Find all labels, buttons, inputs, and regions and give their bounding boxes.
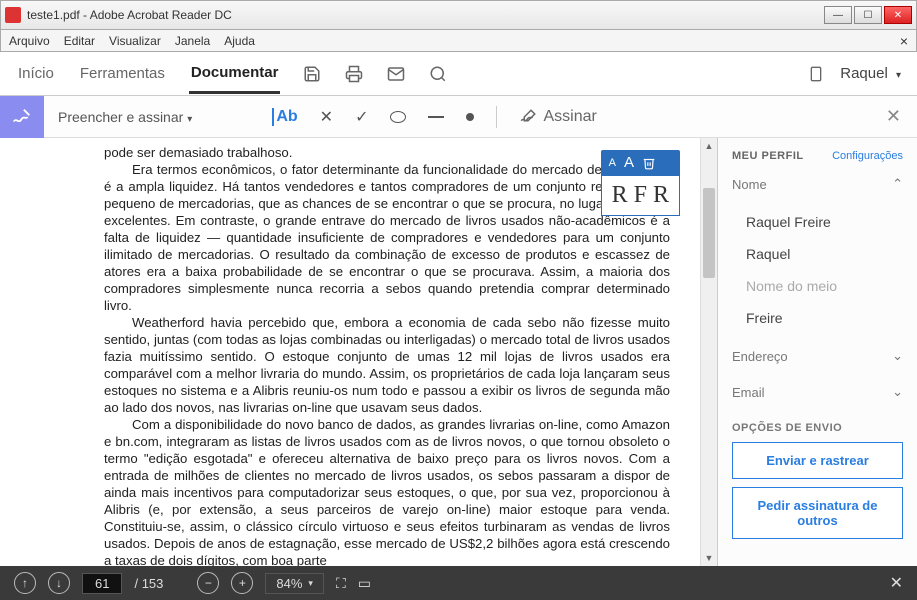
page-total: / 153: [134, 576, 163, 591]
main-area: pode ser demasiado trabalhoso. Era termo…: [0, 138, 917, 566]
profile-firstname[interactable]: Raquel: [742, 238, 903, 270]
fillsign-close-icon[interactable]: ✕: [886, 106, 901, 127]
zoom-in-button[interactable]: +: [231, 572, 253, 594]
close-button[interactable]: ✕: [884, 6, 912, 24]
scroll-up-icon[interactable]: ▲: [701, 138, 717, 154]
user-name: Raquel: [840, 65, 888, 82]
annotation-toolbar: A A: [601, 150, 680, 175]
menu-visualizar[interactable]: Visualizar: [109, 34, 161, 48]
endereco-label: Endereço: [732, 349, 788, 364]
profile-title: MEU PERFIL: [732, 150, 804, 162]
search-icon[interactable]: [428, 64, 448, 84]
window-titlebar: teste1.pdf - Adobe Acrobat Reader DC — ☐…: [0, 0, 917, 30]
fillsign-toolbar: Preencher e assinar ▾ Ab ✕ ✓ Assinar ✕: [0, 96, 917, 138]
email-expander[interactable]: Email ⌄: [732, 378, 903, 406]
maximize-button[interactable]: ☐: [854, 6, 882, 24]
document-viewport[interactable]: pode ser demasiado trabalhoso. Era termo…: [0, 138, 700, 566]
page-number-input[interactable]: 61: [82, 573, 122, 594]
menu-ajuda[interactable]: Ajuda: [224, 34, 255, 48]
page-up-button[interactable]: ↑: [14, 572, 36, 594]
profile-lastname[interactable]: Freire: [742, 302, 903, 334]
primary-toolbar: Início Ferramentas Documentar Raquel ▾: [0, 52, 917, 96]
config-link[interactable]: Configurações: [832, 150, 903, 162]
scrollbar-thumb[interactable]: [703, 188, 715, 278]
separator: [496, 106, 497, 128]
nome-list: Raquel Freire Raquel Nome do meio Freire: [732, 206, 903, 334]
email-label: Email: [732, 385, 765, 400]
nome-label: Nome: [732, 177, 767, 192]
text-size-large-icon[interactable]: A: [624, 154, 634, 171]
tab-ferramentas[interactable]: Ferramentas: [78, 55, 167, 92]
signature-icon: [519, 108, 537, 126]
paragraph: Com a disponibilidade do novo banco de d…: [104, 416, 670, 566]
delete-icon[interactable]: [642, 156, 656, 170]
print-icon[interactable]: [344, 64, 364, 84]
dot-tool-icon[interactable]: [466, 113, 474, 121]
fillsign-dropdown[interactable]: Preencher e assinar ▾: [58, 109, 192, 125]
line-tool-icon[interactable]: [428, 116, 444, 118]
status-bar: ↑ ↓ 61 / 153 − + 84% ▾ ⛶ ▭ ✕: [0, 566, 917, 600]
fit-page-icon[interactable]: ▭: [358, 575, 371, 592]
endereco-expander[interactable]: Endereço ⌄: [732, 342, 903, 370]
tab-documentar[interactable]: Documentar: [189, 54, 281, 94]
user-menu[interactable]: Raquel ▾: [840, 65, 901, 82]
side-panel: MEU PERFIL Configurações Nome ⌃ Raquel F…: [717, 138, 917, 566]
chevron-down-icon: ⌄: [892, 384, 903, 400]
enviar-rastrear-button[interactable]: Enviar e rastrear: [732, 442, 903, 479]
fillsign-label-text: Preencher e assinar: [58, 109, 183, 125]
menu-editar[interactable]: Editar: [64, 34, 95, 48]
scroll-down-icon[interactable]: ▼: [701, 550, 717, 566]
window-title: teste1.pdf - Adobe Acrobat Reader DC: [27, 8, 822, 22]
email-icon[interactable]: [386, 64, 406, 84]
caret-down-icon: ▾: [187, 114, 192, 125]
sign-button[interactable]: Assinar: [519, 108, 596, 126]
text-size-small-icon[interactable]: A: [609, 157, 616, 169]
zoom-out-button[interactable]: −: [197, 572, 219, 594]
app-icon: [5, 7, 21, 23]
paragraph: Weatherford havia percebido que, embora …: [104, 314, 670, 416]
pedir-assinatura-button[interactable]: Pedir assinatura de outros: [732, 487, 903, 539]
vertical-scrollbar[interactable]: ▲ ▼: [700, 138, 717, 566]
menu-janela[interactable]: Janela: [175, 34, 210, 48]
caret-down-icon: ▾: [896, 70, 901, 81]
paragraph: pode ser demasiado trabalhoso.: [104, 144, 670, 161]
fit-width-icon[interactable]: ⛶: [336, 575, 346, 592]
fillsign-badge-icon: [0, 96, 44, 138]
signature-field[interactable]: R F R: [601, 175, 680, 216]
zoom-value: 84%: [276, 576, 302, 591]
mobile-icon[interactable]: [806, 64, 826, 84]
menubar-close-icon[interactable]: ×: [900, 33, 908, 49]
save-icon[interactable]: [302, 64, 322, 84]
cross-tool-icon[interactable]: ✕: [320, 107, 333, 127]
caret-down-icon: ▾: [308, 578, 313, 589]
minimize-button[interactable]: —: [824, 6, 852, 24]
opcoes-title: OPÇÕES DE ENVIO: [732, 422, 903, 434]
text-tool-icon[interactable]: Ab: [272, 108, 297, 126]
chevron-down-icon: ⌄: [892, 348, 903, 364]
zoom-dropdown[interactable]: 84% ▾: [265, 573, 324, 594]
circle-tool-icon[interactable]: [390, 111, 406, 123]
paragraph: Era termos econômicos, o fator determina…: [104, 161, 670, 314]
page-down-button[interactable]: ↓: [48, 572, 70, 594]
check-tool-icon[interactable]: ✓: [355, 107, 368, 127]
chevron-up-icon: ⌃: [892, 176, 903, 192]
signature-annotation[interactable]: A A R F R: [601, 150, 680, 216]
menubar: Arquivo Editar Visualizar Janela Ajuda ×: [0, 30, 917, 52]
tab-inicio[interactable]: Início: [16, 55, 56, 92]
profile-fullname[interactable]: Raquel Freire: [742, 206, 903, 238]
document-text: pode ser demasiado trabalhoso. Era termo…: [0, 138, 700, 566]
nome-expander[interactable]: Nome ⌃: [732, 170, 903, 198]
statusbar-close-icon[interactable]: ✕: [890, 573, 903, 593]
profile-middlename[interactable]: Nome do meio: [742, 270, 903, 302]
sign-button-label: Assinar: [543, 108, 596, 126]
menu-arquivo[interactable]: Arquivo: [9, 34, 50, 48]
